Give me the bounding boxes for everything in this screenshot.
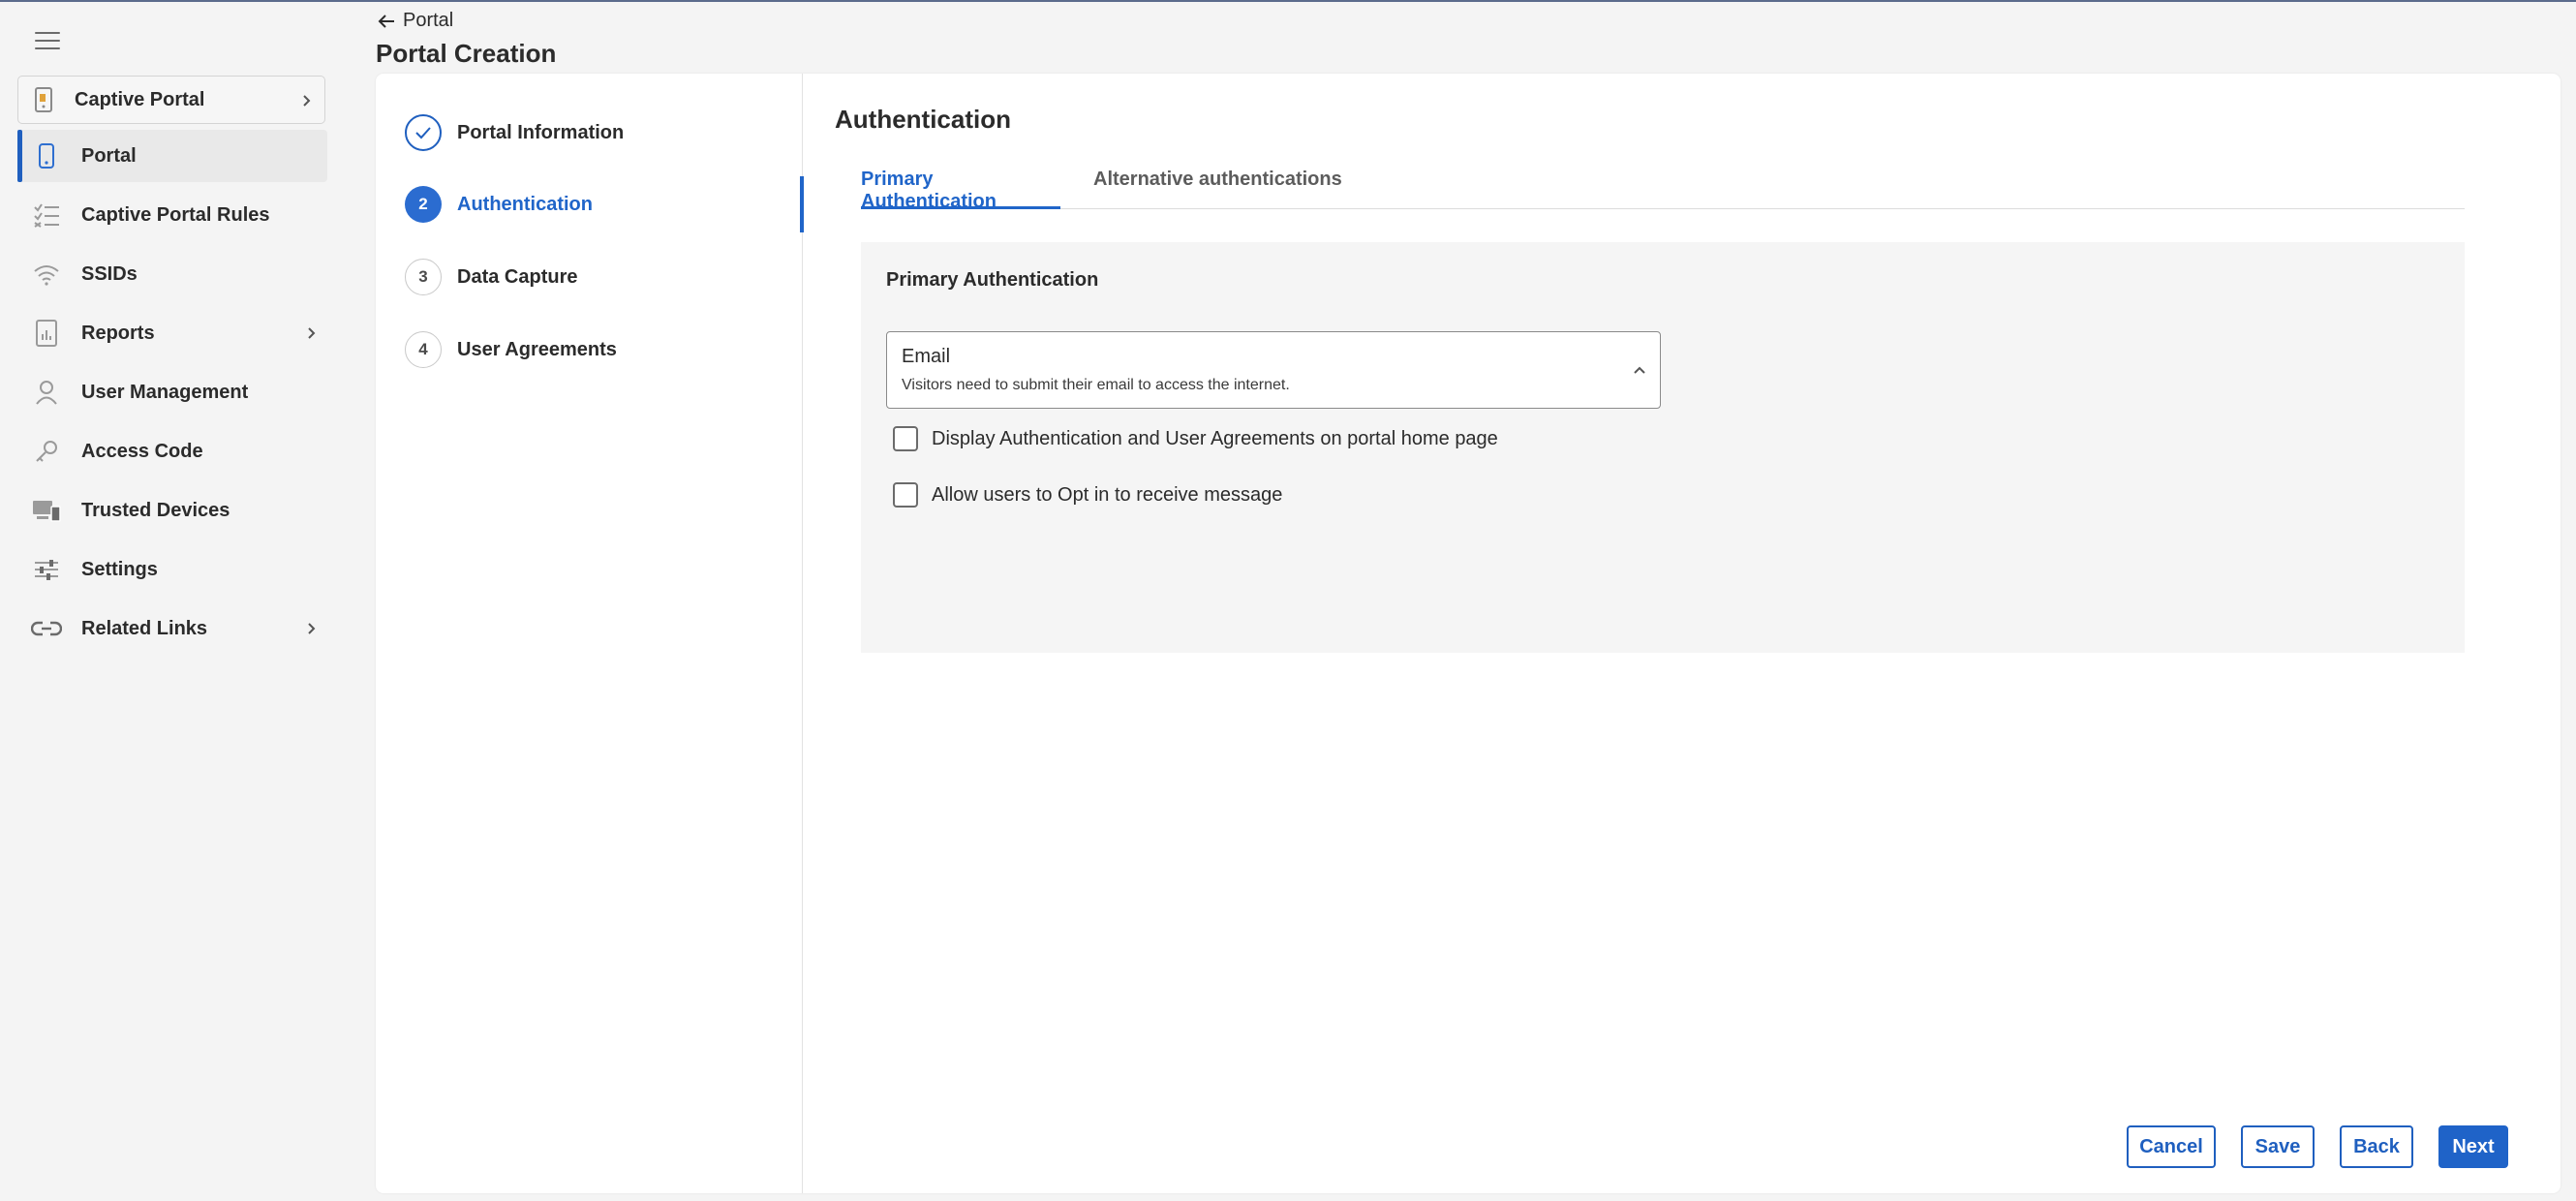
save-button[interactable]: Save bbox=[2241, 1125, 2315, 1168]
breadcrumb-link[interactable]: Portal bbox=[403, 10, 453, 32]
sliders-icon bbox=[31, 554, 62, 585]
step-label: Authentication bbox=[457, 193, 593, 215]
wifi-icon bbox=[31, 259, 62, 290]
app-switcher[interactable]: Captive Portal bbox=[17, 76, 325, 124]
sidebar-item-label: Access Code bbox=[81, 440, 203, 462]
portal-creation-card: Portal Information 2 Authentication 3 Da… bbox=[376, 74, 2561, 1193]
captive-portal-icon bbox=[35, 87, 52, 112]
sidebar-item-captive-portal-rules[interactable]: Captive Portal Rules bbox=[17, 189, 327, 241]
sidebar-item-access-code[interactable]: Access Code bbox=[17, 425, 327, 477]
sidebar-item-label: Captive Portal Rules bbox=[81, 203, 270, 226]
sidebar-item-trusted-devices[interactable]: Trusted Devices bbox=[17, 484, 327, 537]
authentication-method-select[interactable]: Email Visitors need to submit their emai… bbox=[886, 331, 1661, 409]
select-value: Email bbox=[902, 346, 951, 367]
step-authentication[interactable]: 2 Authentication bbox=[405, 186, 593, 223]
sidebar-item-portal[interactable]: Portal bbox=[17, 130, 327, 182]
step-portal-information[interactable]: Portal Information bbox=[405, 114, 624, 151]
sidebar-item-settings[interactable]: Settings bbox=[17, 543, 327, 596]
step-label: Data Capture bbox=[457, 265, 578, 288]
step-data-capture[interactable]: 3 Data Capture bbox=[405, 259, 577, 295]
sidebar-item-ssids[interactable]: SSIDs bbox=[17, 248, 327, 300]
section-title: Authentication bbox=[835, 105, 1011, 134]
chevron-right-icon bbox=[308, 327, 316, 339]
display-auth-agreements-checkbox[interactable] bbox=[893, 426, 918, 451]
footer-actions: Cancel Save Back Next bbox=[2101, 1125, 2508, 1168]
checklist-icon bbox=[31, 200, 62, 231]
checkbox-label: Allow users to Opt in to receive message bbox=[932, 483, 1283, 506]
stepper: Portal Information 2 Authentication 3 Da… bbox=[376, 74, 804, 1193]
sidebar-item-reports[interactable]: Reports bbox=[17, 307, 327, 359]
sidebar-nav: Portal Captive Portal Rules SSIDs Report… bbox=[17, 130, 327, 662]
step-number: 2 bbox=[405, 186, 442, 223]
check-icon bbox=[405, 114, 442, 151]
breadcrumb[interactable]: Portal bbox=[378, 10, 453, 32]
menu-toggle-icon[interactable] bbox=[35, 29, 60, 52]
opt-in-message-checkbox[interactable] bbox=[893, 482, 918, 508]
step-number: 3 bbox=[405, 259, 442, 295]
page-title: Portal Creation bbox=[376, 39, 557, 68]
phone-icon bbox=[31, 140, 62, 171]
step-user-agreements[interactable]: 4 User Agreements bbox=[405, 331, 617, 368]
back-button[interactable]: Back bbox=[2340, 1125, 2413, 1168]
tab-bar: Primary Authentication Alternative authe… bbox=[861, 169, 2465, 212]
tab-alternative-authentications[interactable]: Alternative authentications bbox=[1093, 169, 1342, 209]
primary-authentication-panel: Primary Authentication Email Visitors ne… bbox=[861, 242, 2465, 653]
checkbox-label: Display Authentication and User Agreemen… bbox=[932, 427, 1498, 449]
opt-in-message-option[interactable]: Allow users to Opt in to receive message bbox=[893, 482, 1282, 508]
sidebar-item-label: Settings bbox=[81, 558, 158, 580]
sidebar-item-related-links[interactable]: Related Links bbox=[17, 602, 327, 655]
chevron-right-icon bbox=[303, 95, 311, 107]
sidebar-item-user-management[interactable]: User Management bbox=[17, 366, 327, 418]
user-icon bbox=[31, 377, 62, 408]
cancel-button[interactable]: Cancel bbox=[2127, 1125, 2216, 1168]
display-auth-agreements-option[interactable]: Display Authentication and User Agreemen… bbox=[893, 426, 1498, 451]
sidebar-item-label: User Management bbox=[81, 381, 249, 403]
sidebar-item-label: Trusted Devices bbox=[81, 499, 230, 521]
key-icon bbox=[31, 436, 62, 467]
chevron-up-icon bbox=[1634, 366, 1645, 374]
sidebar-item-label: SSIDs bbox=[81, 262, 138, 285]
app-switcher-label: Captive Portal bbox=[75, 88, 205, 110]
report-icon bbox=[31, 318, 62, 349]
sidebar-item-label: Reports bbox=[81, 322, 155, 344]
sidebar-item-label: Portal bbox=[81, 144, 137, 167]
tab-primary-authentication[interactable]: Primary Authentication bbox=[861, 169, 1060, 212]
next-button[interactable]: Next bbox=[2438, 1125, 2508, 1168]
step-label: Portal Information bbox=[457, 121, 625, 143]
link-icon bbox=[31, 613, 62, 644]
panel-title: Primary Authentication bbox=[886, 269, 1099, 291]
sidebar-item-label: Related Links bbox=[81, 617, 208, 639]
step-label: User Agreements bbox=[457, 338, 617, 360]
step-number: 4 bbox=[405, 331, 442, 368]
main-content: Authentication Primary Authentication Al… bbox=[803, 74, 2561, 1193]
chevron-right-icon bbox=[308, 623, 316, 634]
devices-icon bbox=[31, 495, 62, 526]
select-description: Visitors need to submit their email to a… bbox=[902, 377, 1290, 393]
arrow-left-icon bbox=[378, 14, 394, 28]
